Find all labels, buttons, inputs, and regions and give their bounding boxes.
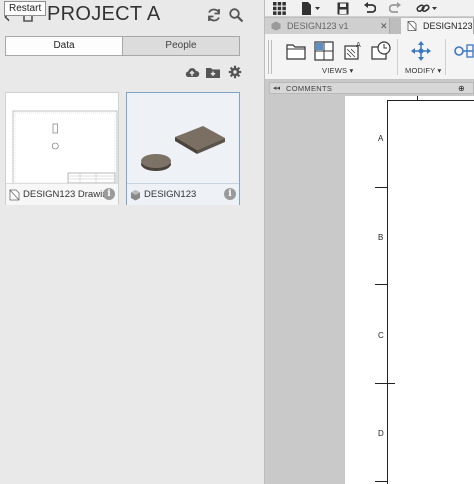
file-name: DESIGN123 [144,189,197,200]
cloud-upload-icon[interactable] [184,65,200,79]
info-icon[interactable]: i [103,188,115,200]
close-tab-icon[interactable]: ✕ [380,18,388,34]
file-card-footer: DESIGN123 i [127,183,239,205]
ribbon-separator [397,39,398,75]
zone-divider [375,187,387,188]
file-card-drawing[interactable]: DESIGN123 Drawing i [5,92,119,205]
file-card-design[interactable]: DESIGN123 i [126,92,240,205]
project-title: PROJECT A [47,3,161,25]
drawing-file-icon [9,189,20,201]
data-panel: ‹ Restart PROJECT A Data People DESIGN12… [0,0,265,484]
data-people-toggle: Data People [5,36,240,56]
drawing-thumbnail [12,110,118,183]
refresh-icon[interactable] [206,7,222,23]
info-icon[interactable]: i [224,188,236,200]
tab-label: DESIGN123.a [423,21,473,31]
undo-icon[interactable] [363,2,376,15]
section-view-icon[interactable]: A [342,40,364,62]
collapse-arrows-icon[interactable]: ◂◂ [273,83,280,94]
file-card-footer: DESIGN123 Drawing i [6,183,118,205]
design-file-icon [131,190,140,201]
tab-label: DESIGN123 v1 [287,21,349,31]
modify-menu[interactable]: MODIFY ▾ [405,66,441,75]
tab-design123-v1[interactable]: DESIGN123 v1 ✕ [265,18,390,34]
tab-people[interactable]: People [123,37,239,55]
svg-text:A: A [356,41,361,49]
application-area: DESIGN123 v1 ✕ DESIGN123.a A [265,0,474,484]
annotate-icon[interactable] [453,40,474,62]
zone-divider [375,481,387,482]
drawing-sheet[interactable]: A B C D [345,96,474,484]
redo-icon[interactable] [389,2,402,15]
tab-data[interactable]: Data [6,37,123,55]
tab-design123-drawing[interactable]: DESIGN123.a [401,18,474,34]
zone-label: D [378,429,384,438]
design-thumbnail [141,126,225,171]
zone-divider [375,383,395,384]
ribbon-separator [445,39,446,75]
sheet-border-tick [417,96,418,100]
detail-view-icon[interactable] [370,40,392,62]
zone-label: B [378,233,384,242]
share-link-icon[interactable] [416,2,438,15]
add-comment-icon[interactable]: ⊕ [458,83,465,94]
grid-menu-icon[interactable] [273,2,286,15]
save-icon[interactable] [337,2,349,15]
zone-divider [375,284,387,285]
document-tab-bar: DESIGN123 v1 ✕ DESIGN123.a [265,17,474,34]
restart-tooltip: Restart [4,1,47,16]
projected-view-icon[interactable] [313,40,335,62]
zone-label: A [378,134,384,143]
base-view-icon[interactable] [285,40,307,62]
drawing-tab-icon [407,21,417,31]
file-name: DESIGN123 Drawing [23,189,113,200]
zone-label: C [378,331,384,340]
ribbon-toolbar: A VIEWS ▾ MODIFY ▾ [265,34,474,80]
design-tab-icon [271,21,281,31]
quick-access-toolbar [265,0,474,17]
gear-icon[interactable] [227,65,243,79]
ribbon-grip[interactable] [268,40,272,74]
comments-panel-header[interactable]: ◂◂ COMMENTS ⊕ [269,82,474,94]
comments-label: COMMENTS [286,84,333,93]
search-icon[interactable] [228,7,244,23]
views-menu[interactable]: VIEWS ▾ [322,66,353,75]
move-icon[interactable] [410,40,432,62]
file-menu-icon[interactable] [301,2,321,15]
sheet-border [387,100,474,484]
new-folder-icon[interactable] [205,65,221,79]
